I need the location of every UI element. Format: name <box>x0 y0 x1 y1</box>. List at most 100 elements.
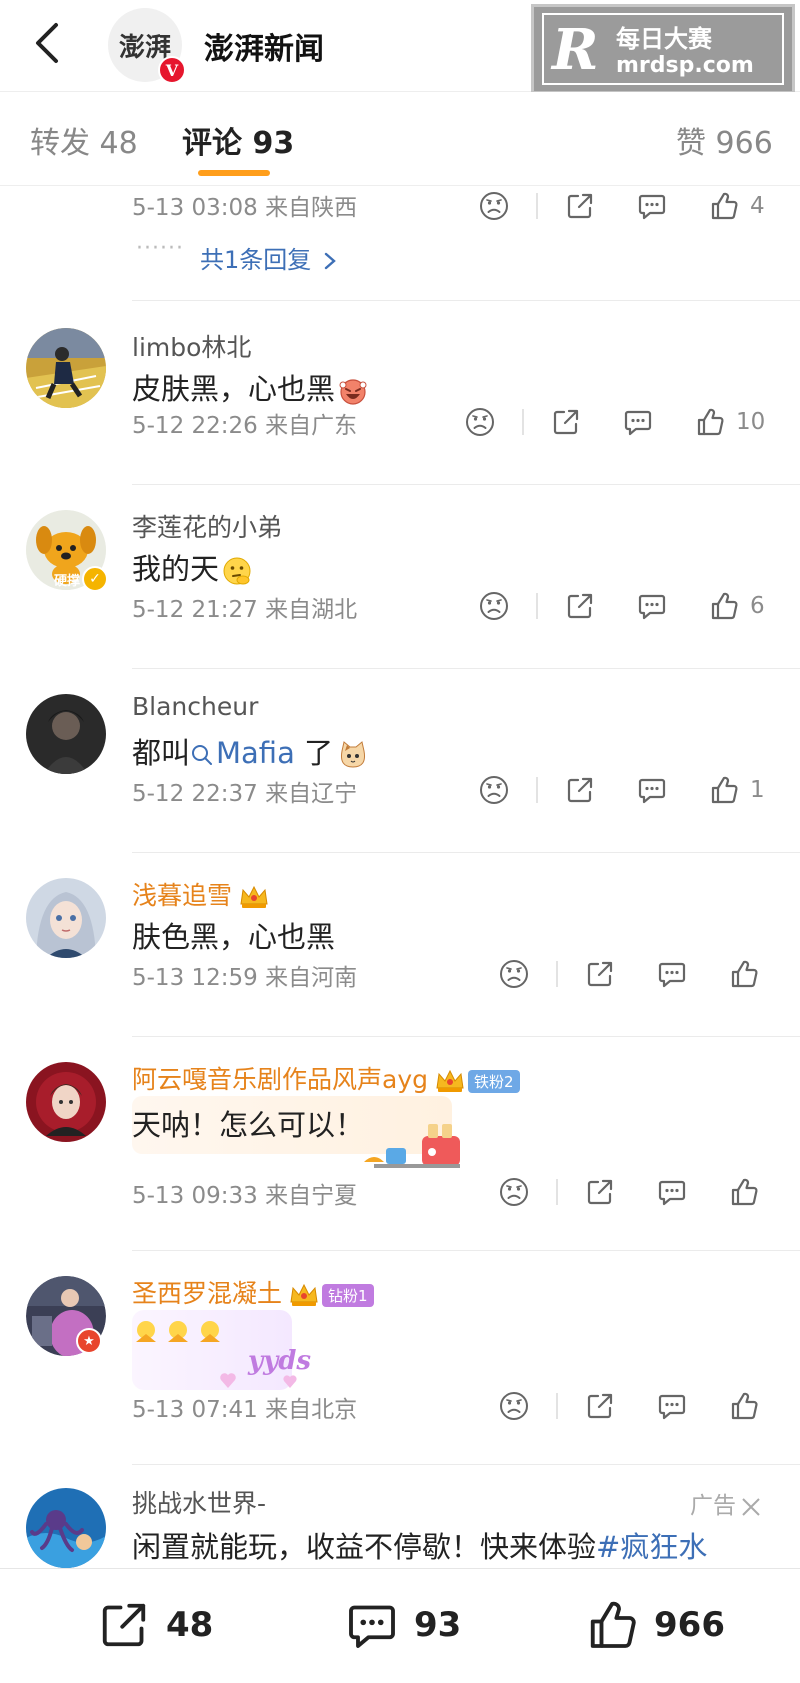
reply-button[interactable] <box>636 590 668 622</box>
cat-emoji-icon <box>341 741 366 768</box>
dislike-button[interactable] <box>478 190 510 222</box>
commenter-name[interactable]: Blancheur <box>132 692 258 721</box>
ad-label[interactable]: 广告 <box>690 1486 762 1520</box>
reply-button[interactable] <box>636 774 668 806</box>
avatar[interactable] <box>26 1062 106 1142</box>
separator <box>556 1393 558 1419</box>
comment-item: limbo林北 皮肤黑，心也黑 5-12 22:26 来自广东 10 <box>0 300 800 484</box>
commenter-name[interactable]: 李莲花的小弟 <box>132 508 282 544</box>
share-button[interactable] <box>584 1176 616 1208</box>
share-icon <box>584 958 616 990</box>
dislike-button[interactable] <box>498 1390 530 1422</box>
separator <box>536 777 538 803</box>
like-post-button[interactable]: 966 <box>584 1597 725 1653</box>
sad-face-icon <box>478 190 510 222</box>
dislike-button[interactable] <box>478 590 510 622</box>
comment-icon <box>636 774 668 806</box>
reply-button[interactable] <box>656 1390 688 1422</box>
comment-icon <box>636 590 668 622</box>
share-button[interactable] <box>564 590 596 622</box>
reply-button[interactable] <box>656 958 688 990</box>
hashtag-link[interactable]: #疯狂水 <box>596 1530 707 1564</box>
laughing-emoji-icon <box>339 379 367 405</box>
commenter-name[interactable]: 阿云嘎音乐剧作品风声ayg 铁粉2 <box>132 1060 520 1096</box>
commenter-name[interactable]: 挑战水世界- <box>132 1484 266 1520</box>
comment-actions: 10 <box>464 402 765 442</box>
avatar[interactable] <box>26 878 106 958</box>
reply-button[interactable] <box>636 190 668 222</box>
dislike-button[interactable] <box>498 958 530 990</box>
reply-button[interactable] <box>656 1176 688 1208</box>
page-title[interactable]: 澎湃新闻 <box>204 24 324 68</box>
tab-likes[interactable]: 赞 966 <box>676 118 773 162</box>
comment-actions <box>498 1172 770 1212</box>
account-avatar[interactable]: 澎湃 V <box>108 8 186 84</box>
like-button[interactable] <box>728 958 770 990</box>
fan-badge: 铁粉2 <box>468 1069 520 1093</box>
crown-badge-icon <box>436 1069 464 1092</box>
reply-button[interactable] <box>622 406 654 438</box>
breakfast-sticker-icon <box>364 1124 460 1168</box>
comment-icon <box>656 1176 688 1208</box>
fan-badge: 钻粉1 <box>322 1283 374 1307</box>
back-button[interactable] <box>24 18 68 68</box>
dislike-button[interactable] <box>464 406 496 438</box>
search-link[interactable]: Mafia <box>190 736 295 770</box>
commenter-name[interactable]: 圣西罗混凝土 钻粉1 <box>132 1274 374 1310</box>
comment-actions: 6 <box>478 586 765 626</box>
verified-badge: V <box>158 56 186 84</box>
comment-icon <box>622 406 654 438</box>
repost-button[interactable]: 48 <box>96 1597 213 1653</box>
like-count: 10 <box>736 409 766 435</box>
dislike-button[interactable] <box>498 1176 530 1208</box>
share-button[interactable] <box>550 406 582 438</box>
tab-bar: 转发 48 评论 93 赞 966 <box>0 92 800 186</box>
commenter-name[interactable]: 浅暮追雪 <box>132 876 270 912</box>
like-button[interactable] <box>728 1176 770 1208</box>
commenter-name[interactable]: limbo林北 <box>132 328 251 364</box>
share-button[interactable] <box>564 774 596 806</box>
separator <box>556 961 558 987</box>
avatar[interactable] <box>26 328 106 408</box>
close-icon[interactable] <box>740 1496 762 1518</box>
dislike-button[interactable] <box>478 774 510 806</box>
sad-face-icon <box>498 1390 530 1422</box>
comment-button[interactable]: 93 <box>344 1597 461 1653</box>
sad-face-icon <box>478 590 510 622</box>
avatar[interactable]: ★ <box>26 1276 106 1358</box>
share-button[interactable] <box>584 1390 616 1422</box>
share-button[interactable] <box>564 190 596 222</box>
like-button[interactable] <box>728 1390 770 1422</box>
comment-item: Blancheur 都叫 Mafia 了 5-12 22:37 来自辽宁 1 <box>0 668 800 852</box>
avatar[interactable]: 硬撑 ✓ <box>26 510 108 592</box>
share-icon <box>564 774 596 806</box>
like-button[interactable]: 10 <box>694 406 765 438</box>
comment-meta: 5-13 09:33 来自宁夏 <box>132 1183 358 1209</box>
view-replies-link[interactable]: 共1条回复 <box>200 240 337 275</box>
crown-badge-icon <box>240 885 268 908</box>
thumbs-up-icon <box>708 590 740 622</box>
thumbs-up-icon <box>708 190 740 222</box>
like-button[interactable]: 6 <box>708 590 765 622</box>
share-button[interactable] <box>584 958 616 990</box>
chevron-left-icon <box>36 23 58 63</box>
like-button[interactable]: 4 <box>708 190 765 222</box>
tab-repost[interactable]: 转发 48 <box>30 118 138 162</box>
verified-badge: ✓ <box>82 566 108 592</box>
avatar[interactable] <box>26 694 106 774</box>
share-icon <box>564 590 596 622</box>
comment-text: 皮肤黑，心也黑 <box>132 366 369 408</box>
ad-comment-item[interactable]: 挑战水世界- 广告 闲置就能玩，收益不停歇！快来体验#疯狂水 <box>0 1464 800 1568</box>
tab-comments[interactable]: 评论 93 <box>182 118 294 162</box>
chevron-right-icon <box>324 252 336 270</box>
separator <box>522 409 524 435</box>
comment-meta: 5-12 22:37 来自辽宁 <box>132 781 358 807</box>
top-header: 澎湃 V 澎湃新闻 R 每日大赛 mrdsp.com <box>0 0 800 94</box>
like-button[interactable]: 1 <box>708 774 765 806</box>
comment-actions <box>498 954 770 994</box>
comment-meta: 5-12 22:26 来自广东 <box>132 413 358 439</box>
like-count: 1 <box>750 777 765 803</box>
separator <box>536 193 538 219</box>
avatar[interactable] <box>26 1488 106 1568</box>
comment-meta: 5-13 03:08 来自陕西 <box>132 195 358 221</box>
